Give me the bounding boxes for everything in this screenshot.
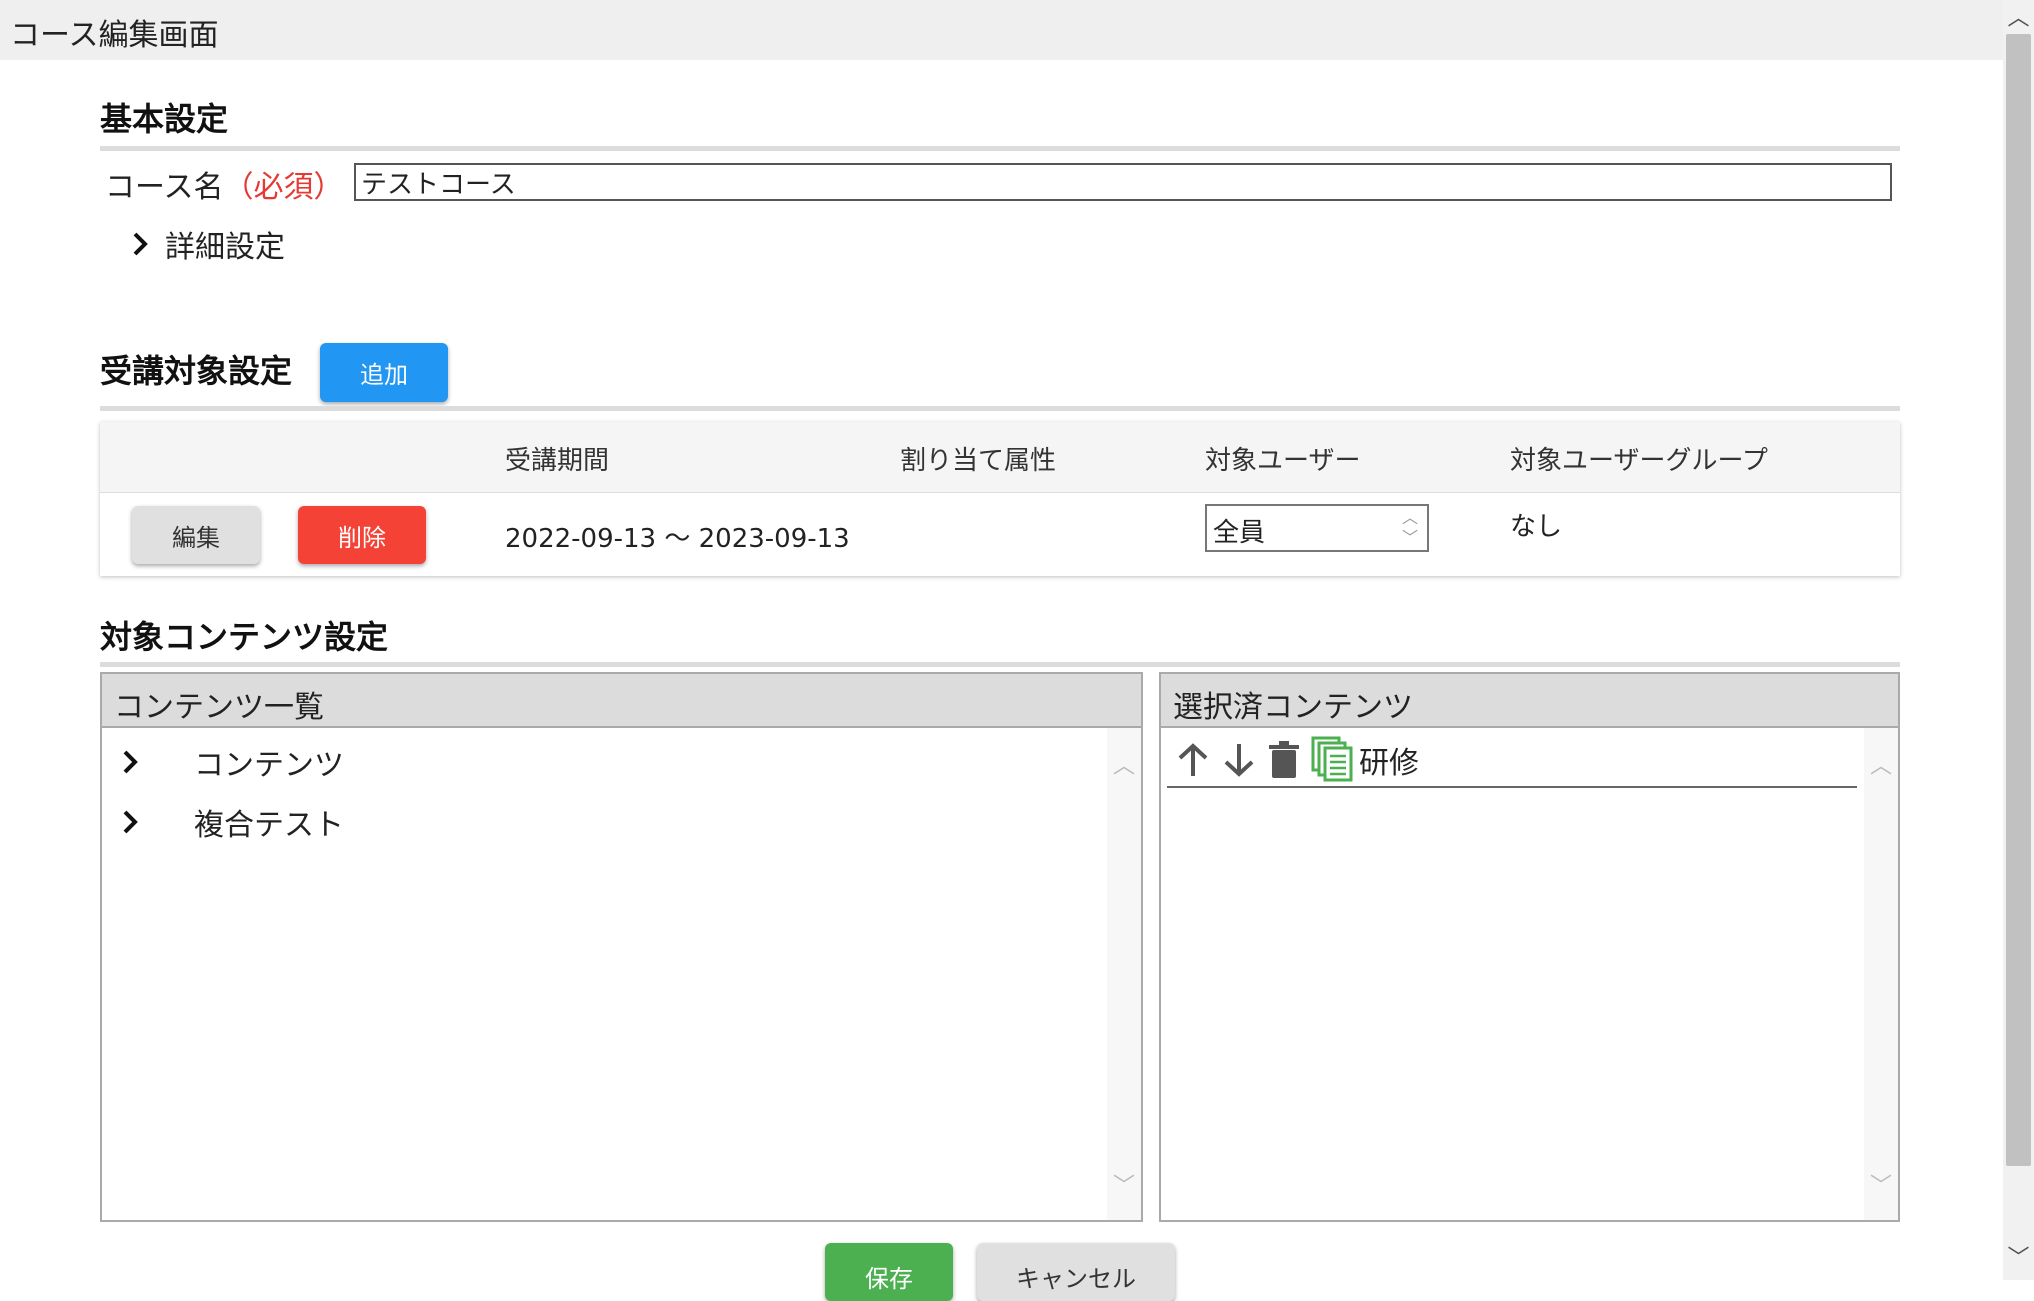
window-title: コース編集画面 [10,18,219,53]
selected-content-header: 選択済コンテンツ [1161,674,1898,728]
chevron-right-icon [133,232,148,256]
column-header-attribute: 割り当て属性 [900,446,1057,476]
content-list-title: コンテンツ一覧 [114,690,324,725]
course-name-label: コース名（必須） [105,162,344,206]
list-item-label: コンテンツ [194,748,344,783]
table-header: 受講期間 割り当て属性 対象ユーザー 対象ユーザーグループ [100,422,1900,493]
scroll-up-icon[interactable]: ︿ [1107,748,1141,780]
column-header-user-group: 対象ユーザーグループ [1510,446,1768,476]
divider [100,662,1900,667]
scroll-down-icon[interactable]: ﹀ [2003,1244,2034,1274]
section-title-target: 受講対象設定 [100,352,293,390]
selected-content-panel: 選択済コンテンツ ︿ ﹀ 研修 [1159,672,1900,1222]
divider [100,406,1900,411]
scroll-down-icon[interactable]: ﹀ [1107,1168,1141,1200]
advanced-settings-label: 詳細設定 [165,230,285,265]
add-target-button[interactable]: 追加 [320,343,448,402]
target-user-select[interactable]: 全員 ︿ ﹀ [1205,504,1429,552]
period-value: 2022-09-13 ～ 2023-09-13 [505,524,850,554]
course-name-input[interactable] [354,163,1892,201]
scrollbar-thumb[interactable] [2006,34,2031,1166]
delete-button[interactable]: 削除 [298,506,426,564]
selected-item: 研修 [1167,734,1857,788]
edit-button[interactable]: 編集 [132,506,260,564]
selected-item-label: 研修 [1359,746,1419,781]
arrow-down-icon[interactable] [1221,740,1257,780]
column-header-period: 受講期間 [505,446,610,476]
save-button[interactable]: 保存 [825,1243,953,1301]
section-title-basic: 基本設定 [100,100,229,138]
list-item-label: 複合テスト [194,808,344,843]
section-title-contents: 対象コンテンツ設定 [100,618,389,656]
content-list-header: コンテンツ一覧 [102,674,1141,728]
chevron-right-icon[interactable] [120,748,142,776]
arrow-up-icon[interactable] [1175,740,1211,780]
chevron-right-icon[interactable] [120,808,142,836]
content-list-panel: コンテンツ一覧 ︿ ﹀ コンテンツ 複合テスト [100,672,1143,1222]
trash-icon[interactable] [1267,740,1301,780]
document-stack-icon [1311,736,1353,782]
selected-content-title: 選択済コンテンツ [1173,690,1413,725]
window-titlebar: コース編集画面 [0,0,2003,60]
scroll-up-icon[interactable]: ︿ [2003,4,2034,34]
required-label: （必須） [223,170,344,205]
scroll-down-icon[interactable]: ﹀ [1864,1168,1898,1200]
content-list-scrollbar[interactable]: ︿ ﹀ [1107,728,1141,1220]
page-scrollbar[interactable]: ︿ ﹀ [2003,0,2034,1280]
column-header-user: 対象ユーザー [1205,446,1361,476]
user-group-value: なし [1510,512,1563,542]
divider [100,146,1900,151]
spinner-icon[interactable]: ︿ ﹀ [1399,508,1421,550]
selected-content-scrollbar[interactable]: ︿ ﹀ [1864,728,1898,1220]
scroll-up-icon[interactable]: ︿ [1864,748,1898,780]
target-user-value: 全員 [1213,518,1266,548]
cancel-button[interactable]: キャンセル [977,1243,1175,1301]
target-table: 受講期間 割り当て属性 対象ユーザー 対象ユーザーグループ 編集 削除 2022… [100,422,1900,576]
course-name-label-text: コース名 [105,170,224,205]
